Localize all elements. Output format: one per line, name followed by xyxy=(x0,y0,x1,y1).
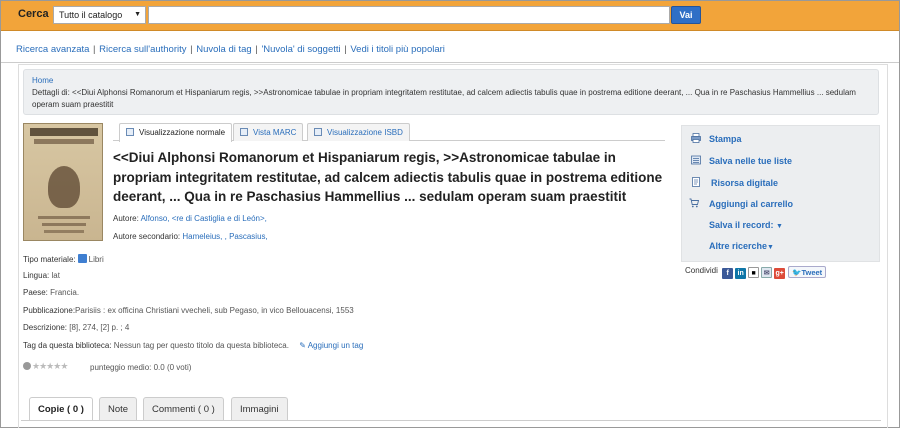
more-searches-dropdown[interactable]: Altre ricerche▼ xyxy=(709,241,774,251)
field-author: Autore: Alfonso, <re di Castiglia e di L… xyxy=(113,214,267,223)
field-label: Tipo materiale: xyxy=(23,255,76,264)
breadcrumb: Home Dettagli di: <<Diui Alphonsi Romano… xyxy=(23,69,879,115)
author-link[interactable]: Alfonso, <re di Castiglia e di León>, xyxy=(141,214,267,223)
print-icon xyxy=(691,133,701,143)
list-icon xyxy=(691,155,701,165)
field-value: Francia. xyxy=(50,288,80,297)
link-tag-cloud[interactable]: Nuvola di tag xyxy=(196,44,251,55)
field-label: Autore: xyxy=(113,214,139,223)
tab-copies[interactable]: Copie ( 0 ) xyxy=(29,397,93,421)
search-label: Cerca xyxy=(18,8,49,20)
field-description: Descrizione: [8], 274, [2] p. ; 4 xyxy=(23,323,129,332)
share-label: Condividi xyxy=(685,266,718,275)
field-value: Parisiis : ex officina Christiani vveche… xyxy=(75,306,354,315)
linkedin-icon[interactable]: in xyxy=(735,268,747,279)
add-tag-label: Aggiungi un tag xyxy=(307,341,364,350)
tag-icon: ✎ xyxy=(299,341,308,350)
delicious-icon[interactable]: ■ xyxy=(748,267,760,278)
tab-images[interactable]: Immagini xyxy=(231,397,288,421)
cover-title-band xyxy=(30,128,98,136)
tab-label: Visualizzazione normale xyxy=(139,128,226,137)
top-links: Ricerca avanzata | Ricerca sull'authorit… xyxy=(16,44,445,55)
tab-marc-view[interactable]: Vista MARC xyxy=(233,123,304,141)
search-input[interactable] xyxy=(148,6,670,24)
field-value: [8], 274, [2] p. ; 4 xyxy=(69,323,130,332)
field-material-type: Tipo materiale: Libri xyxy=(23,254,104,264)
link-advanced-search[interactable]: Ricerca avanzata xyxy=(16,44,89,55)
field-country: Paese: Francia. xyxy=(23,288,79,297)
field-label: Paese: xyxy=(23,288,48,297)
rating-cancel-icon[interactable] xyxy=(23,362,31,370)
breadcrumb-detail: Dettagli di: <<Diui Alphonsi Romanorum e… xyxy=(32,88,856,109)
search-bar: Cerca Tutto il catalogo ▼ Vai xyxy=(1,1,899,31)
document-icon xyxy=(126,128,134,136)
field-value: lat xyxy=(51,271,60,280)
field-value: Libri xyxy=(88,255,104,264)
print-link[interactable]: Stampa xyxy=(709,134,742,144)
rating-text: punteggio medio: 0.0 (0 voti) xyxy=(90,363,192,372)
table-icon xyxy=(240,128,248,136)
chevron-down-icon: ▼ xyxy=(134,11,141,18)
tweet-button[interactable]: 🐦Tweet xyxy=(788,266,827,278)
search-scope-select[interactable]: Tutto il catalogo ▼ xyxy=(53,6,146,24)
field-label: Lingua: xyxy=(23,271,50,280)
tab-label: Vista MARC xyxy=(253,128,297,137)
cart-icon xyxy=(689,198,699,208)
tab-isbd-view[interactable]: Visualizzazione ISBD xyxy=(307,123,410,141)
field-tags: Tag da questa biblioteca: Nessun tag per… xyxy=(23,341,363,350)
search-button[interactable]: Vai xyxy=(671,6,701,24)
tab-normal-view[interactable]: Visualizzazione normale xyxy=(119,123,233,142)
cover-subtitle-band xyxy=(34,139,94,144)
chevron-down-icon: ▼ xyxy=(776,223,783,230)
field-secondary-author: Autore secondario: Hameleius, , Pascasiu… xyxy=(113,232,268,241)
field-language: Lingua: lat xyxy=(23,271,60,280)
field-label: Descrizione: xyxy=(23,323,68,332)
secondary-author-link[interactable]: Hameleius, , Pascasius, xyxy=(182,232,267,241)
digital-resource-link[interactable]: Risorsa digitale xyxy=(711,178,778,188)
star-icon[interactable]: ★ xyxy=(60,361,68,371)
search-scope-value: Tutto il catalogo xyxy=(59,10,123,20)
record-title: <<Diui Alphonsi Romanorum et Hispaniarum… xyxy=(113,150,663,204)
book-type-icon xyxy=(77,254,87,263)
view-tabs: Visualizzazione normale Vista MARC Visua… xyxy=(113,123,665,142)
book-cover-image[interactable] xyxy=(23,123,103,241)
tabs-baseline xyxy=(21,420,881,421)
cover-text-line xyxy=(42,223,86,226)
link-authority-search[interactable]: Ricerca sull'authority xyxy=(99,44,186,55)
tab-comments[interactable]: Commenti ( 0 ) xyxy=(143,397,224,421)
tab-label: Visualizzazione ISBD xyxy=(327,128,403,137)
google-plus-icon[interactable]: g+ xyxy=(774,268,786,279)
field-publication: Pubblicazione:Parisiis : ex officina Chr… xyxy=(23,306,354,315)
link-subject-cloud[interactable]: 'Nuvola' di soggetti xyxy=(261,44,340,55)
chevron-down-icon: ▼ xyxy=(767,244,774,251)
field-label: Pubblicazione: xyxy=(23,306,76,315)
tab-notes[interactable]: Note xyxy=(99,397,138,421)
cover-text-line xyxy=(44,230,84,233)
link-most-popular[interactable]: Vedi i titoli più popolari xyxy=(350,44,445,55)
cover-emblem xyxy=(48,166,80,208)
rating-stars[interactable]: ★★★★★ xyxy=(23,361,68,372)
field-label: Autore secondario: xyxy=(113,232,181,241)
digital-resource-icon xyxy=(692,177,700,187)
cover-text-line xyxy=(38,216,90,219)
field-value: Nessun tag per questo titolo da questa b… xyxy=(113,341,289,350)
add-tag-link[interactable]: ✎ Aggiungi un tag xyxy=(299,341,363,350)
add-to-cart-link[interactable]: Aggiungi al carrello xyxy=(709,199,793,209)
save-record-label: Salva il record: xyxy=(709,220,774,230)
breadcrumb-home[interactable]: Home xyxy=(32,75,870,87)
book-icon xyxy=(314,128,322,136)
email-icon[interactable]: ✉ xyxy=(761,267,773,278)
save-record-dropdown[interactable]: Salva il record: ▼ xyxy=(709,220,783,230)
field-label: Tag da questa biblioteca: xyxy=(23,341,112,350)
divider xyxy=(1,62,899,63)
tweet-label: Tweet xyxy=(801,268,823,277)
save-to-list-link[interactable]: Salva nelle tue liste xyxy=(709,156,792,166)
facebook-icon[interactable]: f xyxy=(722,268,734,279)
share-bar: Condividi f in ■ ✉ g+ 🐦Tweet xyxy=(685,266,827,279)
more-searches-label: Altre ricerche xyxy=(709,241,768,251)
